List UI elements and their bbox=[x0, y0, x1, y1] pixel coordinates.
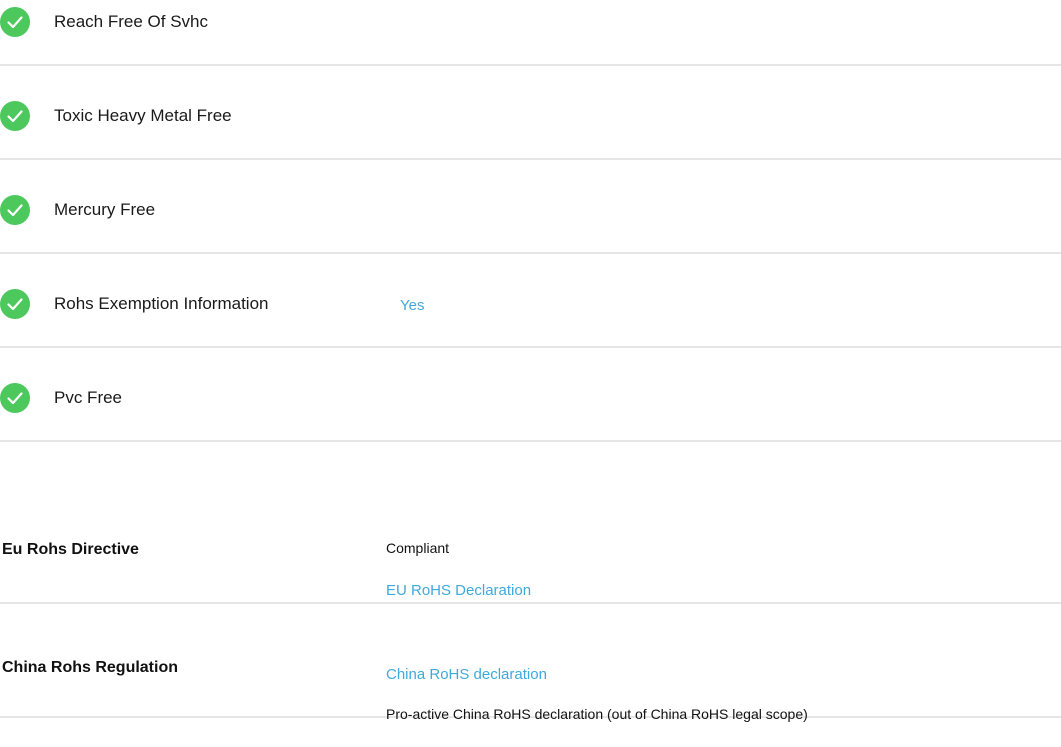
checklist-item-label: Pvc Free bbox=[54, 388, 123, 407]
eu-rohs-declaration-link[interactable]: EU RoHS Declaration bbox=[386, 582, 531, 600]
check-circle-icon bbox=[0, 383, 30, 413]
checklist-item-label: Reach Free Of Svhc bbox=[54, 12, 209, 31]
checklist-item-reach-free-of-svhc: Reach Free Of Svhc bbox=[0, 0, 1061, 66]
checklist-item-toxic-heavy-metal-free: Toxic Heavy Metal Free bbox=[0, 66, 1061, 160]
checklist-item-pvc-free: Pvc Free bbox=[0, 348, 1061, 442]
checklist-item-rohs-exemption-information: Rohs Exemption Information Yes bbox=[0, 254, 1061, 348]
regulation-row-eu-rohs: Eu Rohs Directive Compliant EU RoHS Decl… bbox=[0, 502, 1061, 604]
regulation-title: Eu Rohs Directive bbox=[2, 541, 139, 558]
checklist-item-label: Toxic Heavy Metal Free bbox=[54, 106, 232, 125]
check-circle-icon bbox=[0, 7, 30, 37]
rohs-exemption-yes-link[interactable]: Yes bbox=[400, 296, 424, 316]
check-circle-icon bbox=[0, 101, 30, 131]
checklist-item-label: Rohs Exemption Information bbox=[54, 294, 269, 313]
check-circle-icon bbox=[0, 289, 30, 319]
checklist-item-mercury-free: Mercury Free bbox=[0, 160, 1061, 254]
checklist-item-label: Mercury Free bbox=[54, 200, 156, 219]
check-circle-icon bbox=[0, 195, 30, 225]
regulation-title: China Rohs Regulation bbox=[2, 659, 178, 676]
environmental-compliance-panel: Reach Free Of Svhc Toxic Heavy Metal Fre… bbox=[0, 0, 1061, 747]
regulation-status: Compliant bbox=[386, 540, 450, 556]
regulation-note: Pro-active China RoHS declaration (out o… bbox=[386, 706, 808, 722]
regulation-row-china-rohs: China Rohs Regulation China RoHS declara… bbox=[0, 604, 1061, 722]
china-rohs-declaration-link[interactable]: China RoHS declaration bbox=[386, 666, 547, 684]
